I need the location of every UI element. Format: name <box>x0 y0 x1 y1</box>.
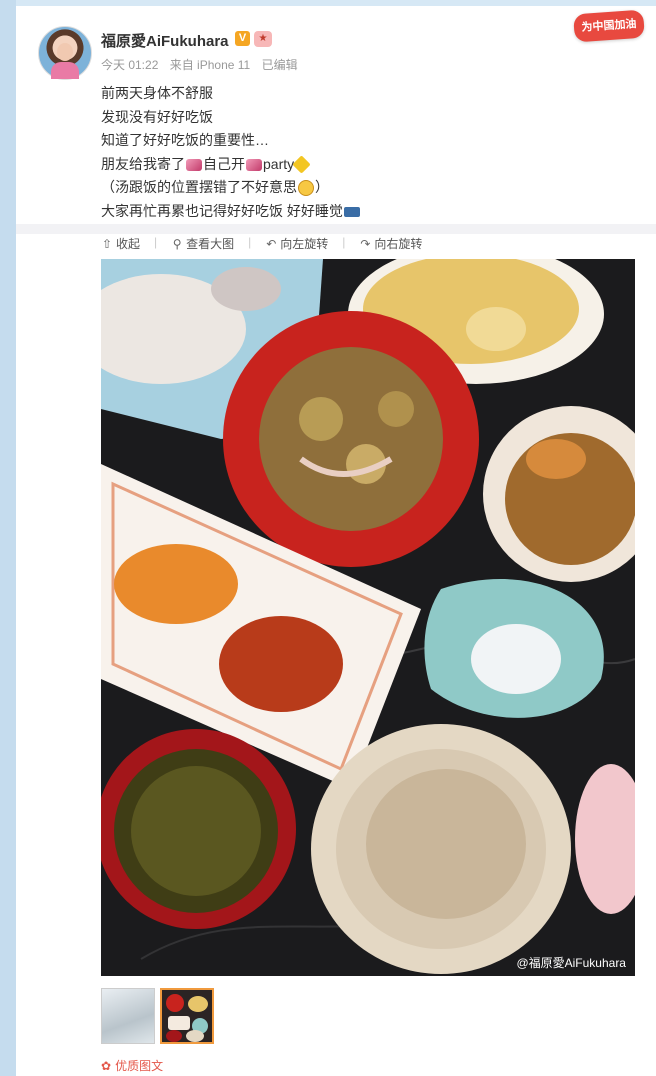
post-edited[interactable]: 已编辑 <box>262 58 298 72</box>
sparkle-emoji-icon <box>292 155 311 174</box>
post-meta: 今天 01:22 来自 iPhone 11 已编辑 <box>101 56 306 73</box>
weibo-post-card: 福原愛AiFukuhara V ★ 今天 01:22 来自 iPhone 11 … <box>16 6 656 1076</box>
embarrassed-emoji-icon <box>298 180 314 197</box>
gift-emoji-icon <box>186 158 202 171</box>
quality-flower-icon: ✿ <box>101 1058 112 1073</box>
quality-tag[interactable]: ✿ 优质图文 <box>101 1057 163 1074</box>
avatar-face <box>57 43 73 61</box>
photo-watermark: @福原愛AiFukuhara <box>516 955 626 970</box>
cheer-sticker: 为中国加油 <box>573 9 645 43</box>
post-line-part: 自己开 <box>203 155 245 172</box>
post-photo[interactable]: @福原愛AiFukuhara <box>101 259 635 976</box>
post-line: 大家再忙再累也记得好好吃饭 好好睡觉 <box>101 200 621 224</box>
medal-icon: ★ <box>254 31 272 47</box>
thumbnail-2-selected[interactable] <box>160 988 214 1044</box>
post-line: 发现没有好好吃饭 <box>101 108 213 125</box>
post-source: 来自 iPhone 11 <box>169 58 251 72</box>
post-line-part: ） <box>315 179 329 195</box>
sleep-emoji-icon <box>343 206 360 217</box>
image-toolbar: ⇧ 收起 | ⚲ 查看大图 | ↶ 向左旋转 | ↷ 向右旋转 <box>101 235 422 252</box>
section-divider <box>16 224 656 234</box>
post-line: 朋友给我寄了 自己开 party <box>101 153 621 177</box>
rotate-left-icon: ↶ <box>266 236 277 251</box>
post-line-part: 大家再忙再累也记得好好吃饭 好好睡觉 <box>101 202 343 219</box>
post-line-part: party <box>263 155 295 172</box>
post-time[interactable]: 今天 01:22 <box>101 58 158 72</box>
post-line-part: （汤跟饭的位置摆错了不好意思 <box>101 179 297 195</box>
collapse-label: 收起 <box>116 237 141 251</box>
toolbar-separator: | <box>154 235 158 249</box>
author-name[interactable]: 福原愛AiFukuhara <box>101 30 229 51</box>
collapse-icon: ⇧ <box>101 236 113 251</box>
rotate-left-button[interactable]: ↶ 向左旋转 <box>265 235 328 252</box>
avatar-shirt <box>51 62 79 79</box>
post-line-part: 朋友给我寄了 <box>101 155 185 172</box>
page-left-margin <box>0 0 16 1076</box>
collapse-button[interactable]: ⇧ 收起 <box>101 235 140 252</box>
toolbar-separator: | <box>342 235 346 249</box>
zoom-icon: ⚲ <box>172 236 182 251</box>
view-large-button[interactable]: ⚲ 查看大图 <box>171 235 234 252</box>
post-text: 前两天身体不舒服 发现没有好好吃饭 知道了好好吃饭的重要性… 朋友给我寄了 自己开… <box>101 82 621 223</box>
avatar[interactable] <box>38 26 92 80</box>
rotate-left-label: 向左旋转 <box>280 237 329 251</box>
toolbar-separator: | <box>248 235 252 249</box>
verified-icon: V <box>235 31 250 46</box>
food-photo-illustration: @福原愛AiFukuhara <box>101 259 635 976</box>
thumbnail-strip <box>101 988 214 1044</box>
gift-emoji-icon <box>246 158 262 171</box>
thumbnail-1[interactable] <box>101 988 155 1044</box>
rotate-right-button[interactable]: ↷ 向右旋转 <box>359 235 422 252</box>
post-line: （汤跟饭的位置摆错了不好意思 ） <box>101 176 621 200</box>
post-line: 知道了好好吃饭的重要性… <box>101 132 269 148</box>
quality-label: 优质图文 <box>115 1059 164 1073</box>
view-large-label: 查看大图 <box>186 237 235 251</box>
post-line: 前两天身体不舒服 <box>101 85 213 101</box>
rotate-right-label: 向右旋转 <box>374 237 423 251</box>
rotate-right-icon: ↷ <box>360 236 371 251</box>
